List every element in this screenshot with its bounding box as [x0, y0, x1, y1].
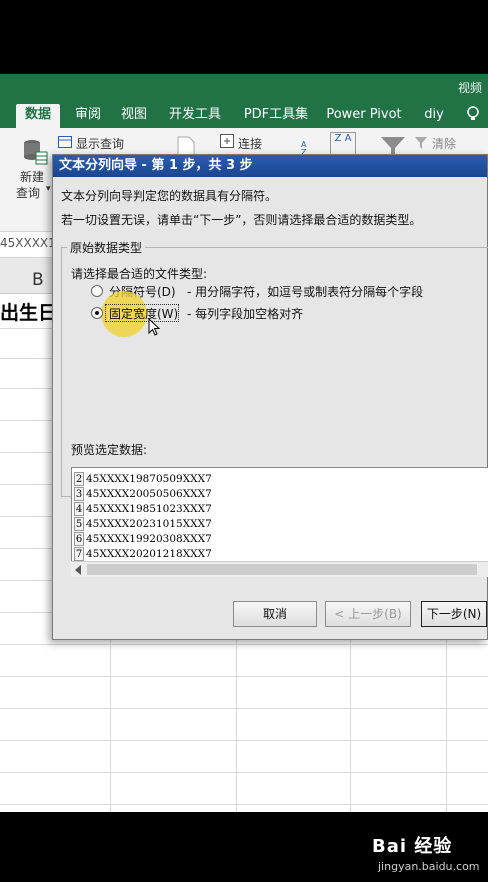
text-to-columns-dialog: 文本分列向导 - 第 1 步，共 3 步 文本分列向导判定您的数据具有分隔符。 … — [52, 154, 488, 640]
gridline — [350, 640, 351, 812]
preview-row-number: 6 — [74, 532, 84, 546]
dialog-intro-line1: 文本分列向导判定您的数据具有分隔符。 — [61, 189, 278, 203]
data-type-group-title: 原始数据类型 — [67, 239, 146, 256]
preview-row-value: 45XXXX20231015XXX7 — [86, 518, 212, 530]
gridline — [0, 516, 60, 517]
new-query-label-1[interactable]: 新建 — [20, 168, 44, 185]
option-delimited-description: - 用分隔字符，如逗号或制表符分隔每个字段 — [187, 285, 424, 299]
clear-icon — [415, 137, 427, 149]
dropdown-arrow-icon[interactable]: ▾ — [46, 184, 51, 194]
window-title: 视频 — [457, 81, 482, 95]
gridline — [0, 708, 488, 709]
gridline — [0, 388, 60, 389]
tab-review[interactable]: 审阅 — [68, 104, 108, 128]
mouse-cursor-icon — [148, 318, 160, 336]
back-button[interactable]: < 上一步(B) — [325, 601, 411, 627]
choose-type-label: 请选择最合适的文件类型: — [71, 267, 208, 281]
tab-data[interactable]: 数据 — [16, 104, 60, 128]
preview-row: 3 45XXXX20050506XXX7 — [72, 487, 488, 502]
preview-row-number: 7 — [74, 547, 84, 561]
lightbulb-icon[interactable] — [466, 106, 480, 122]
preview-label: 预览选定数据: — [71, 443, 148, 457]
preview-row-value: 45XXXX19870509XXX7 — [86, 473, 212, 485]
gridline — [0, 548, 60, 549]
gridline — [0, 452, 60, 453]
preview-row-value: 45XXXX19920308XXX7 — [86, 533, 212, 545]
column-b-label: B — [32, 270, 44, 290]
baidu-watermark-url: jingyan.baidu.com — [378, 860, 480, 873]
preview-row: 7 45XXXX20201218XXX7 — [72, 547, 488, 562]
excel-title-bar: 视频 — [0, 74, 488, 100]
next-button[interactable]: 下一步(N) — [421, 601, 487, 627]
cancel-button[interactable]: 取消 — [233, 601, 317, 627]
ribbon-tabs: 数据 审阅 视图 开发工具 PDF工具集 Power Pivot diy — [0, 100, 488, 128]
gridline — [0, 676, 488, 677]
show-query-button[interactable]: 显示查询 — [76, 135, 124, 152]
preview-row: 5 45XXXX20231015XXX7 — [72, 517, 488, 532]
radio-delimited[interactable] — [91, 285, 103, 297]
gridline — [0, 484, 60, 485]
new-query-icon — [24, 140, 48, 165]
gridline — [110, 640, 111, 812]
tab-power-pivot[interactable]: Power Pivot — [322, 104, 406, 128]
option-fixed-width-label[interactable]: 固定宽度(W) — [109, 305, 178, 322]
cell-b1[interactable]: 出生日 — [0, 298, 57, 325]
gridline — [0, 644, 488, 645]
option-fixed-width-description: - 每列字段加空格对齐 — [187, 307, 304, 321]
sort-za-button[interactable]: Z A — [330, 132, 356, 156]
dialog-title[interactable]: 文本分列向导 - 第 1 步，共 3 步 — [53, 155, 487, 177]
preview-row: 6 45XXXX19920308XXX7 — [72, 532, 488, 547]
preview-row-number: 4 — [74, 502, 84, 516]
preview-row-number: 3 — [74, 487, 84, 501]
clear-button[interactable]: 清除 — [432, 135, 456, 152]
column-header-b[interactable]: B — [0, 258, 60, 294]
scrollbar-thumb[interactable] — [87, 564, 477, 575]
new-query-label-2[interactable]: 查询 — [16, 184, 40, 201]
table-icon — [58, 136, 72, 148]
preview-row-number: 5 — [74, 517, 84, 531]
gridline — [0, 358, 60, 359]
gridline — [0, 804, 488, 805]
preview-row: 2 45XXXX19870509XXX7 — [72, 472, 488, 487]
letterbox-top — [0, 0, 488, 74]
gridline — [0, 612, 60, 613]
gridline — [446, 640, 447, 812]
preview-row-value: 45XXXX20050506XXX7 — [86, 488, 212, 500]
connections-icon — [220, 134, 234, 148]
radio-fixed-width[interactable] — [91, 307, 103, 319]
preview-horizontal-scrollbar[interactable] — [71, 561, 488, 577]
tab-view[interactable]: 视图 — [114, 104, 154, 128]
scroll-left-icon[interactable] — [75, 565, 81, 575]
baidu-watermark: Bai 经验 — [372, 836, 453, 857]
gridline — [0, 580, 60, 581]
preview-row-number: 2 — [74, 472, 84, 486]
preview-row: 4 45XXXX19851023XXX7 — [72, 502, 488, 517]
gridline — [236, 640, 237, 812]
dialog-intro-line2: 若一切设置无误，请单击“下一步”，否则请选择最合适的数据类型。 — [61, 213, 422, 227]
name-box-value: 45XXXX1 — [0, 236, 56, 250]
preview-row-value: 45XXXX20201218XXX7 — [86, 548, 212, 560]
gridline — [0, 328, 60, 329]
connections-button[interactable]: 连接 — [238, 135, 262, 152]
tab-developer[interactable]: 开发工具 — [162, 104, 228, 128]
tab-pdf-tools[interactable]: PDF工具集 — [238, 104, 314, 128]
name-box[interactable]: 45XXXX1 — [0, 232, 60, 258]
tab-diy[interactable]: diy — [416, 104, 452, 128]
gridline — [0, 772, 488, 773]
gridline — [0, 740, 488, 741]
preview-row-value: 45XXXX19851023XXX7 — [86, 503, 212, 515]
gridline — [0, 420, 60, 421]
